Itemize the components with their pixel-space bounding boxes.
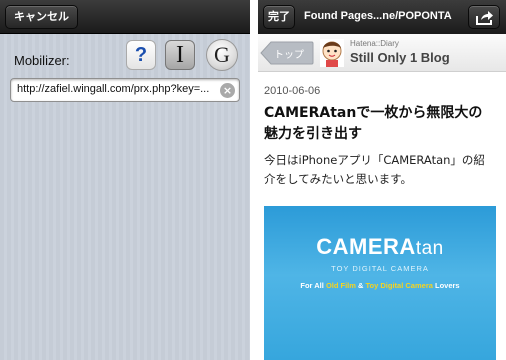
post-date: 2010-06-06 — [264, 85, 321, 97]
hero-tagline: For All Old Film & Toy Digital Camera Lo… — [264, 281, 496, 290]
hero-subtitle: TOY DIGITAL CAMERA — [331, 264, 429, 273]
hero-title-bold: CAMERA — [316, 234, 416, 259]
mobilizer-google-button[interactable]: G — [206, 39, 238, 71]
url-input[interactable]: http://zafiel.wingall.com/prx.php?key=..… — [10, 78, 240, 102]
help-icon: ? — [134, 43, 148, 66]
avatar — [320, 39, 344, 67]
blog-header: トップ Hatena::Diary Still Only 1 Blog — [258, 34, 506, 72]
right-toolbar: 完了 Found Pages...ne/POPONTA — [258, 0, 506, 34]
post-title[interactable]: CAMERAtanで一枚から無限大の魅力を引き出す — [264, 103, 496, 145]
back-button[interactable]: トップ — [260, 40, 314, 66]
left-toolbar: キャンセル — [0, 0, 250, 34]
back-button-label: トップ — [274, 50, 304, 61]
hero-title: CAMERAtan — [264, 234, 496, 260]
google-icon: G — [214, 42, 230, 67]
cancel-button[interactable]: キャンセル — [5, 5, 78, 29]
url-input-value: http://zafiel.wingall.com/prx.php?key=..… — [17, 83, 210, 95]
blog-service-label: Hatena::Diary — [350, 39, 399, 48]
mobilizer-instapaper-button[interactable]: I — [165, 40, 195, 70]
browser-panel: 完了 Found Pages...ne/POPONTA トップ Hatena::… — [258, 0, 506, 360]
mobilizer-help-button[interactable]: ? — [126, 40, 156, 70]
hero-tag-5: Lovers — [432, 281, 460, 290]
hero-title-thin: tan — [415, 238, 444, 259]
done-button[interactable]: 完了 — [263, 5, 295, 29]
hero-tag-2: Old Film — [325, 281, 356, 290]
page-title: Found Pages...ne/POPONTA — [304, 10, 452, 22]
instapaper-icon: I — [176, 41, 184, 68]
clear-icon[interactable]: × — [220, 83, 235, 98]
share-icon — [476, 11, 493, 25]
mobilizer-label: Mobilizer: — [14, 53, 70, 68]
blog-name[interactable]: Still Only 1 Blog — [350, 50, 450, 65]
panel-divider — [250, 0, 258, 360]
hero-tag-1: For All — [300, 281, 326, 290]
post-body: 今日はiPhoneアプリ「CAMERAtan」の紹介をしてみたいと思います。 — [264, 153, 485, 186]
share-button[interactable] — [468, 5, 500, 29]
post-image: CAMERAtan TOY DIGITAL CAMERA For All Old… — [264, 206, 496, 360]
mobilizer-settings-panel: キャンセル Mobilizer: ? I G http://zafiel.win… — [0, 0, 250, 360]
hero-tag-3: & — [355, 281, 366, 290]
hero-tag-4: Toy Digital Camera — [365, 281, 433, 290]
